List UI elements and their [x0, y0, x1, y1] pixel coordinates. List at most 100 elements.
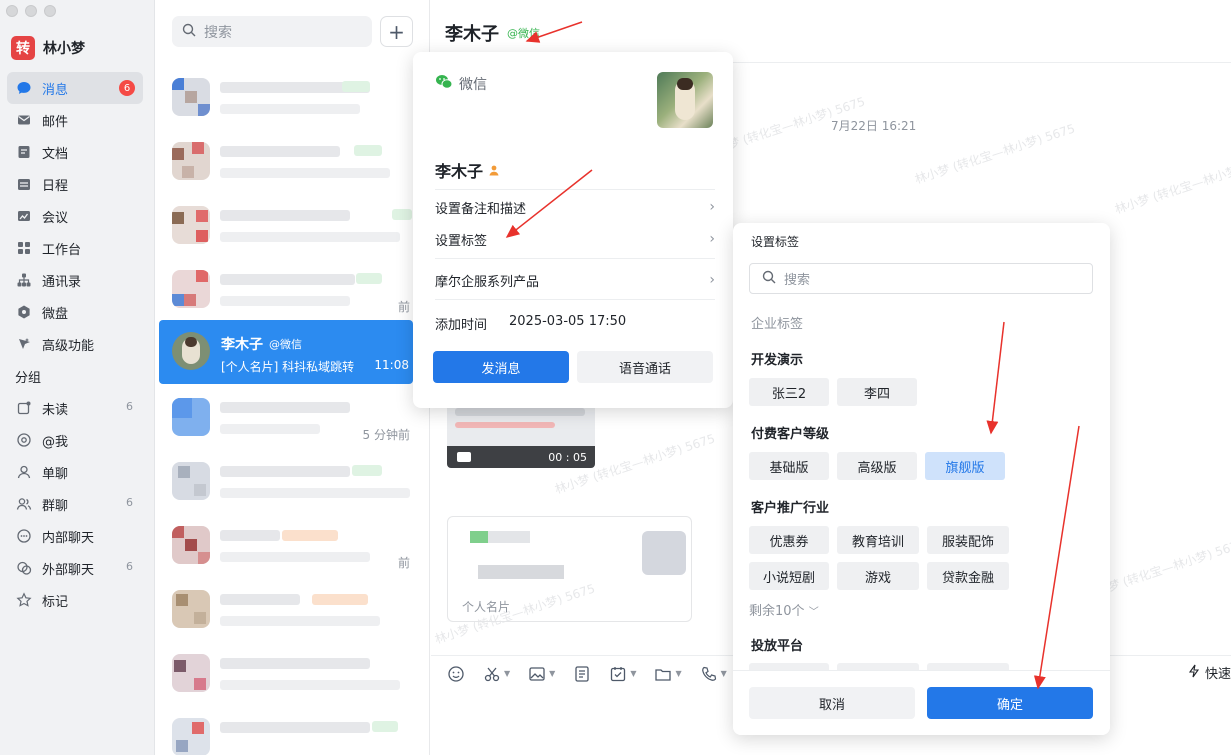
list-item[interactable]: 前	[172, 262, 412, 324]
blurred-title	[220, 594, 300, 605]
phone-icon[interactable]: ▼	[700, 665, 727, 683]
set-tags-row[interactable]: 设置标签 ›	[435, 223, 715, 255]
profile-name: 李木子	[435, 162, 484, 181]
cancel-button[interactable]: 取消	[749, 687, 915, 719]
group-item-group-chats[interactable]: 群聊 6	[7, 488, 143, 520]
blurred-tag	[354, 145, 382, 156]
show-more-tags[interactable]: 剩余10个 ﹀	[749, 600, 819, 619]
quick-reply-button[interactable]: 快速	[1187, 663, 1231, 682]
task-icon[interactable]: ▼	[609, 665, 636, 683]
document-icon[interactable]	[573, 665, 591, 683]
tag-chip[interactable]: 贷款金融	[927, 562, 1009, 590]
product-row[interactable]: 摩尔企服系列产品 ›	[435, 264, 715, 296]
tag-chip-selected[interactable]: 旗舰版	[925, 452, 1005, 480]
screenshot-icon[interactable]: ▼	[483, 665, 510, 683]
group-item-unread[interactable]: 未读 6	[7, 392, 143, 424]
tag-chip[interactable]: 高级版	[837, 452, 917, 480]
voice-call-button[interactable]: 语音通话	[577, 351, 713, 383]
close-window-button[interactable]	[6, 5, 18, 17]
video-message[interactable]: 00 : 05	[447, 400, 595, 468]
blurred-title	[220, 274, 355, 285]
last-message: [个人名片] 科抖私域跳转	[221, 360, 355, 374]
list-item[interactable]	[172, 198, 412, 260]
drive-icon	[16, 304, 32, 320]
list-item[interactable]	[172, 454, 412, 516]
tag-chip[interactable]: 优惠券	[749, 526, 829, 554]
add-time-row: 添加时间 2025-03-05 17:50	[435, 314, 626, 333]
group-item-single[interactable]: 单聊	[7, 456, 143, 488]
tag-chip[interactable]: 小说短剧	[749, 562, 829, 590]
set-remark-row[interactable]: 设置备注和描述 ›	[435, 191, 715, 223]
nav-item-calendar[interactable]: 日程	[7, 168, 143, 200]
contact-photo[interactable]	[657, 72, 713, 128]
confirm-button[interactable]: 确定	[927, 687, 1093, 719]
user-profile[interactable]: 转 林小梦	[11, 36, 85, 60]
blurred-title	[220, 402, 350, 413]
chat-title[interactable]: 李木子	[445, 20, 499, 46]
send-message-button[interactable]: 发消息	[433, 351, 569, 383]
tag-chip[interactable]: 张三2	[749, 378, 829, 406]
external-chat-icon	[16, 560, 32, 576]
list-item[interactable]: 5 分钟前	[172, 390, 412, 452]
app-logo: 转	[11, 36, 35, 60]
search-input[interactable]: 搜索	[172, 16, 372, 47]
tag-chip[interactable]: 服装配饰	[927, 526, 1009, 554]
message-date: 7月22日 16:21	[831, 119, 917, 133]
nav-item-mail[interactable]: 邮件	[7, 104, 143, 136]
avatar	[172, 718, 210, 755]
image-icon[interactable]: ▼	[528, 665, 555, 683]
blurred-tag	[352, 465, 382, 476]
nav-item-advanced[interactable]: 高级功能	[7, 328, 143, 360]
emoji-icon[interactable]	[447, 665, 465, 683]
row-label: 摩尔企服系列产品	[435, 274, 540, 290]
add-button[interactable]: +	[380, 16, 413, 47]
nav-item-docs[interactable]: 文档	[7, 136, 143, 168]
org-icon	[16, 272, 32, 288]
video-controls: 00 : 05	[447, 446, 595, 468]
group-label: 内部聊天	[42, 530, 95, 546]
list-item-time: 前	[397, 300, 410, 314]
list-item[interactable]	[172, 134, 412, 196]
contact-profile-popover: 微信 李木子 设置备注和描述 › 设置标签 › 摩尔企服系列产品 › 添加时间 …	[413, 52, 733, 408]
group-item-mentions[interactable]: @我	[7, 424, 143, 456]
nav-item-contacts[interactable]: 通讯录	[7, 264, 143, 296]
list-item[interactable]	[172, 646, 412, 708]
enterprise-tags-label: 企业标签	[751, 317, 804, 332]
list-item-selected[interactable]: 李木子 @微信 [个人名片] 科抖私域跳转 11:08	[159, 320, 413, 384]
list-item[interactable]	[172, 710, 412, 755]
list-item[interactable]: 前	[172, 518, 412, 580]
minimize-window-button[interactable]	[25, 5, 37, 17]
sidebar: 转 林小梦 消息 6 邮件 文档 日程 会议 工作台 通讯录 微盘 高级功能 分…	[0, 0, 155, 755]
tag-search-input[interactable]: 搜索	[749, 263, 1093, 294]
blurred-message	[220, 680, 400, 690]
video-camera-icon	[457, 452, 471, 462]
chat-source-tag[interactable]: @微信	[507, 25, 540, 41]
tag-chip[interactable]: 教育培训	[837, 526, 919, 554]
avatar	[172, 526, 210, 564]
tag-chip[interactable]: 基础版	[749, 452, 829, 480]
nav-item-messages[interactable]: 消息 6	[7, 72, 143, 104]
contact-name: 李木子	[221, 337, 263, 353]
group-item-external[interactable]: 外部聊天 6	[7, 552, 143, 584]
folder-icon[interactable]: ▼	[654, 665, 682, 683]
group-item-starred[interactable]: 标记	[7, 584, 143, 616]
list-item[interactable]	[172, 582, 412, 644]
divider	[435, 189, 715, 190]
nav-item-workbench[interactable]: 工作台	[7, 232, 143, 264]
watermark: 林小梦 (转化宝—林小梦) 5675	[1113, 151, 1231, 217]
conversation-list: 搜索 + 前 李木子 @微信 [个人名片] 科抖私域跳转 11:08 5 分钟前…	[156, 0, 430, 755]
group-item-internal[interactable]: 内部聊天	[7, 520, 143, 552]
set-tags-dialog: 设置标签 搜索 企业标签 开发演示 张三2 李四 付费客户等级 基础版 高级版 …	[733, 223, 1110, 735]
blurred-message	[220, 168, 390, 178]
groups-heading: 分组	[15, 370, 42, 386]
contact-card-message[interactable]: 个人名片	[447, 516, 692, 622]
blurred-tag	[392, 209, 412, 220]
tag-chip[interactable]: 游戏	[837, 562, 919, 590]
zoom-window-button[interactable]	[44, 5, 56, 17]
tag-chip[interactable]: 李四	[837, 378, 917, 406]
platform-label: 微信	[435, 74, 487, 94]
nav-item-meeting[interactable]: 会议	[7, 200, 143, 232]
list-item[interactable]	[172, 70, 412, 132]
contact-source-tag: @微信	[269, 338, 302, 351]
nav-item-drive[interactable]: 微盘	[7, 296, 143, 328]
